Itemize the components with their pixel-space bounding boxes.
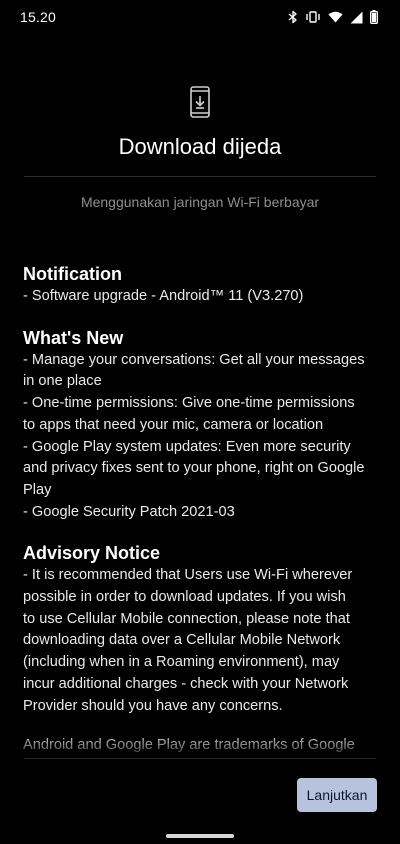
section-line: (including when in a Roaming environment… [23,654,340,671]
vibrate-icon [305,11,321,23]
trademark-line: Android and Google Play are trademarks o… [23,737,355,754]
section-heading: What's New [23,327,124,348]
advisory-section: Advisory Notice - It is recommended that… [23,541,380,717]
section-line: Provider should you have any concerns. [23,697,283,714]
cellular-icon [350,11,363,24]
section-line: Play [23,481,52,498]
section-line: - Google Play system updates: Even more … [23,438,351,455]
release-notes[interactable]: Notification - Software upgrade - Androi… [23,262,380,757]
footer-divider [24,758,376,759]
section-line: and privacy fixes sent to your phone, ri… [23,460,365,477]
whats-new-section: What's New - Manage your conversations: … [23,326,380,524]
notification-section: Notification - Software upgrade - Androi… [23,262,380,308]
section-line: downloading data over a Cellular Mobile … [23,632,341,649]
section-heading: Notification [23,264,122,284]
section-line: - It is recommended that Users use Wi-Fi… [23,567,353,584]
page-title: Download dijeda [118,134,282,159]
status-bar: 15.20 [0,0,400,34]
status-time: 15.20 [20,9,57,25]
network-subtitle: Menggunakan jaringan Wi-Fi berbayar [80,194,320,210]
continue-button[interactable]: Lanjutkan [297,778,377,812]
wifi-icon [328,11,343,23]
section-line: possible in order to download updates. I… [23,589,346,606]
section-line: to apps that need your mic, camera or lo… [23,416,324,433]
phone-download-icon [189,86,211,118]
bluetooth-icon [288,10,298,24]
section-line: - Manage your conversations: Get all you… [23,351,365,368]
section-line: - One-time permissions: Give one-time pe… [23,395,355,412]
section-line: - Google Security Patch 2021-03 [23,503,235,520]
status-icons [288,10,378,24]
battery-icon [370,10,378,24]
header-divider [24,176,376,177]
section-heading: Advisory Notice [23,543,161,564]
gesture-nav-handle[interactable] [166,834,234,838]
section-line: to use Cellular Mobile connection, pleas… [23,610,350,627]
section-line: in one place [23,373,102,390]
section-line: - Software upgrade - Android™ 11 (V3.270… [23,288,304,304]
section-line: incur additional charges - check with yo… [23,675,349,692]
